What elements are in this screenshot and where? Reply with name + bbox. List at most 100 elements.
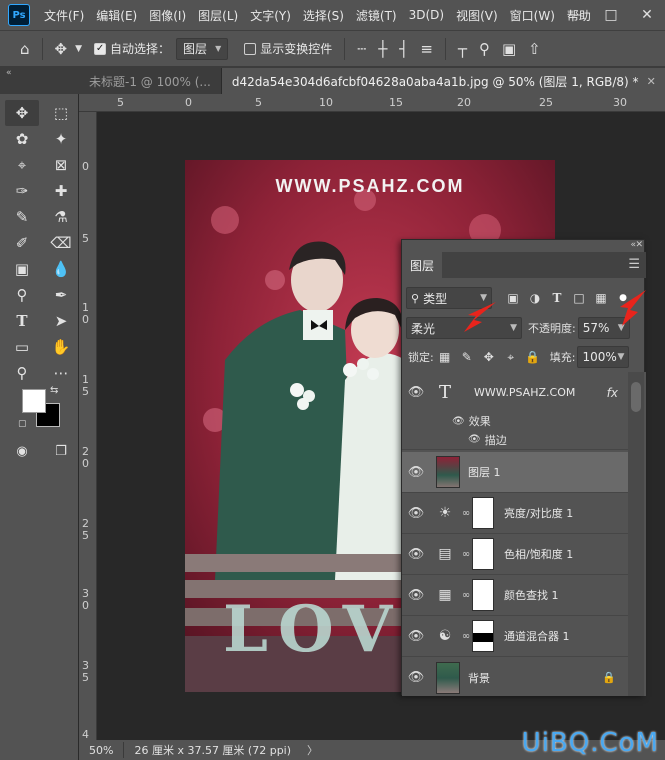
close-icon[interactable]: ✕ — [629, 0, 665, 30]
pen-tool-icon[interactable]: ✒ — [44, 282, 78, 308]
layer-pixel[interactable]: 👁 图层 1 — [402, 452, 630, 493]
lock-transparent-icon[interactable]: ▦ — [434, 350, 456, 364]
link-icon[interactable]: ∞ — [460, 549, 472, 560]
eye-icon[interactable]: 👁 — [402, 588, 430, 603]
pixel-filter-icon[interactable]: ▣ — [502, 291, 524, 305]
frame-tool-icon[interactable]: ⊠ — [44, 152, 78, 178]
link-icon[interactable]: ∞ — [460, 631, 472, 642]
minimize-icon[interactable]: — — [557, 0, 593, 30]
smart-object-filter-icon[interactable]: ▦ — [590, 291, 612, 305]
marquee-tool-icon[interactable]: ⬚ — [44, 100, 78, 126]
eraser-icon[interactable]: ⌫ — [44, 230, 78, 256]
align-right-icon[interactable]: ┤ — [393, 40, 414, 58]
magic-wand-icon[interactable]: ✦ — [44, 126, 78, 152]
layer-background[interactable]: 👁 背景 🔒 — [402, 657, 630, 698]
tab-layers[interactable]: 图层 — [402, 252, 443, 278]
workspace-icon[interactable]: ▣ — [496, 40, 522, 58]
layer-text[interactable]: 👁 T WWW.PSAHZ.COM fx — [402, 372, 630, 413]
lasso-tool-icon[interactable]: ✿ — [5, 126, 39, 152]
chevron-down-icon[interactable]: ▼ — [73, 44, 84, 54]
menu-type[interactable]: 文字(Y) — [244, 0, 297, 30]
distribute-icon[interactable]: ≡ — [414, 40, 439, 58]
layer-effects-icon[interactable]: fx — [607, 386, 618, 400]
eye-icon[interactable]: 👁 — [402, 629, 430, 644]
tab-untitled-1[interactable]: 未标题-1 @ 100% (... — [79, 68, 222, 94]
maximize-icon[interactable]: □ — [593, 0, 629, 30]
menu-window[interactable]: 窗口(W) — [504, 0, 561, 30]
rectangle-tool-icon[interactable]: ▭ — [5, 334, 39, 360]
scrollbar-thumb[interactable] — [631, 382, 641, 412]
zoom-tool-icon[interactable]: ⚲ — [5, 360, 39, 386]
default-colors-icon[interactable]: ▢ — [18, 419, 27, 429]
layer-color-lookup[interactable]: 👁 ▦ ∞ 颜色查找 1 — [402, 575, 630, 616]
fill-field[interactable]: 100% ▼ — [577, 346, 630, 368]
menu-edit[interactable]: 编辑(E) — [90, 0, 143, 30]
move-tool-icon[interactable]: ✥ — [49, 40, 74, 58]
menu-filter[interactable]: 滤镜(T) — [350, 0, 403, 30]
gradient-tool-icon[interactable]: ▣ — [5, 256, 39, 282]
panel-menu-icon[interactable]: ☰ — [628, 257, 640, 272]
brush-tool-icon[interactable]: ✎ — [5, 204, 39, 230]
menu-image[interactable]: 图像(I) — [143, 0, 192, 30]
align-center-icon[interactable]: ┼ — [372, 40, 393, 58]
link-icon[interactable]: ∞ — [460, 590, 472, 601]
blur-tool-icon[interactable]: 💧 — [44, 256, 78, 282]
search-icon[interactable]: ⚲ — [473, 40, 496, 58]
eye-icon[interactable]: 👁 — [402, 506, 430, 521]
type-filter-icon[interactable]: T — [546, 291, 568, 305]
adjustment-filter-icon[interactable]: ◑ — [524, 291, 546, 305]
close-tab-icon[interactable]: ✕ — [647, 75, 656, 88]
share-icon[interactable]: ⇧ — [522, 40, 547, 58]
show-transform-checkbox[interactable] — [244, 42, 257, 55]
close-panel-icon[interactable]: ✕ — [635, 240, 643, 250]
eye-icon[interactable]: 👁 — [402, 385, 430, 400]
eye-icon[interactable]: 👁 — [402, 547, 430, 562]
layer-list-scrollbar[interactable] — [628, 372, 644, 696]
eye-icon[interactable]: 👁 — [402, 465, 430, 480]
link-icon[interactable]: ∞ — [460, 508, 472, 519]
menu-select[interactable]: 选择(S) — [297, 0, 350, 30]
layer-channel-mixer[interactable]: 👁 ☯ ∞ 通道混合器 1 — [402, 616, 630, 657]
auto-select-target-dropdown[interactable]: 图层 ▼ — [176, 37, 229, 60]
stroke-effect-row[interactable]: 👁 描边 — [402, 430, 630, 450]
effects-row[interactable]: 👁 效果 — [402, 412, 630, 430]
layer-hue-saturation[interactable]: 👁 ▤ ∞ 色相/饱和度 1 — [402, 534, 630, 575]
lock-artboard-icon[interactable]: ⌖ — [500, 350, 522, 365]
menu-layer[interactable]: 图层(L) — [192, 0, 244, 30]
status-menu-icon[interactable]: 〉 — [307, 742, 318, 758]
menu-3d[interactable]: 3D(D) — [403, 0, 450, 30]
hand-tool-icon[interactable]: ✋ — [44, 334, 78, 360]
swap-colors-icon[interactable]: ⇆ — [50, 385, 58, 396]
lock-position-icon[interactable]: ✥ — [478, 350, 500, 364]
type-tool-icon[interactable]: T — [5, 308, 39, 334]
healing-brush-icon[interactable]: ✚ — [44, 178, 78, 204]
clone-stamp-icon[interactable]: ⚗ — [44, 204, 78, 230]
align-top-icon[interactable]: ┬ — [452, 40, 473, 58]
eye-icon[interactable]: 👁 — [452, 416, 465, 427]
shape-filter-icon[interactable]: □ — [568, 291, 590, 305]
screen-mode-icon[interactable]: ❐ — [44, 438, 78, 464]
lock-all-icon[interactable]: 🔒 — [522, 350, 544, 364]
move-tool-icon[interactable]: ✥ — [5, 100, 39, 126]
quick-mask-icon[interactable]: ◉ — [5, 438, 39, 464]
menu-view[interactable]: 视图(V) — [450, 0, 504, 30]
layer-brightness-contrast[interactable]: 👁 ☀ ∞ 亮度/对比度 1 — [402, 493, 630, 534]
eye-icon[interactable]: 👁 — [468, 434, 481, 445]
auto-select-checkbox[interactable]: ✓ — [94, 42, 107, 55]
layer-mask-thumbnail — [472, 497, 494, 529]
path-selection-icon[interactable]: ➤ — [44, 308, 78, 334]
home-icon[interactable]: ⌂ — [14, 40, 36, 58]
crop-tool-icon[interactable]: ⌖ — [5, 152, 39, 178]
collapse-arrows-icon[interactable]: « — [6, 68, 12, 78]
dodge-tool-icon[interactable]: ⚲ — [5, 282, 39, 308]
more-tools-icon[interactable]: ⋯ — [44, 360, 78, 386]
zoom-level[interactable]: 50% — [79, 744, 123, 757]
tab-active-document[interactable]: d42da54e304d6afcbf04628a0aba4a1b.jpg @ 5… — [221, 68, 665, 94]
lock-pixels-icon[interactable]: ✎ — [456, 350, 478, 364]
align-left-icon[interactable]: ┄ — [351, 40, 372, 58]
menu-file[interactable]: 文件(F) — [38, 0, 90, 30]
eye-icon[interactable]: 👁 — [402, 670, 430, 685]
foreground-color-swatch[interactable] — [22, 389, 46, 413]
eyedropper-icon[interactable]: ✑ — [5, 178, 39, 204]
history-brush-icon[interactable]: ✐ — [5, 230, 39, 256]
